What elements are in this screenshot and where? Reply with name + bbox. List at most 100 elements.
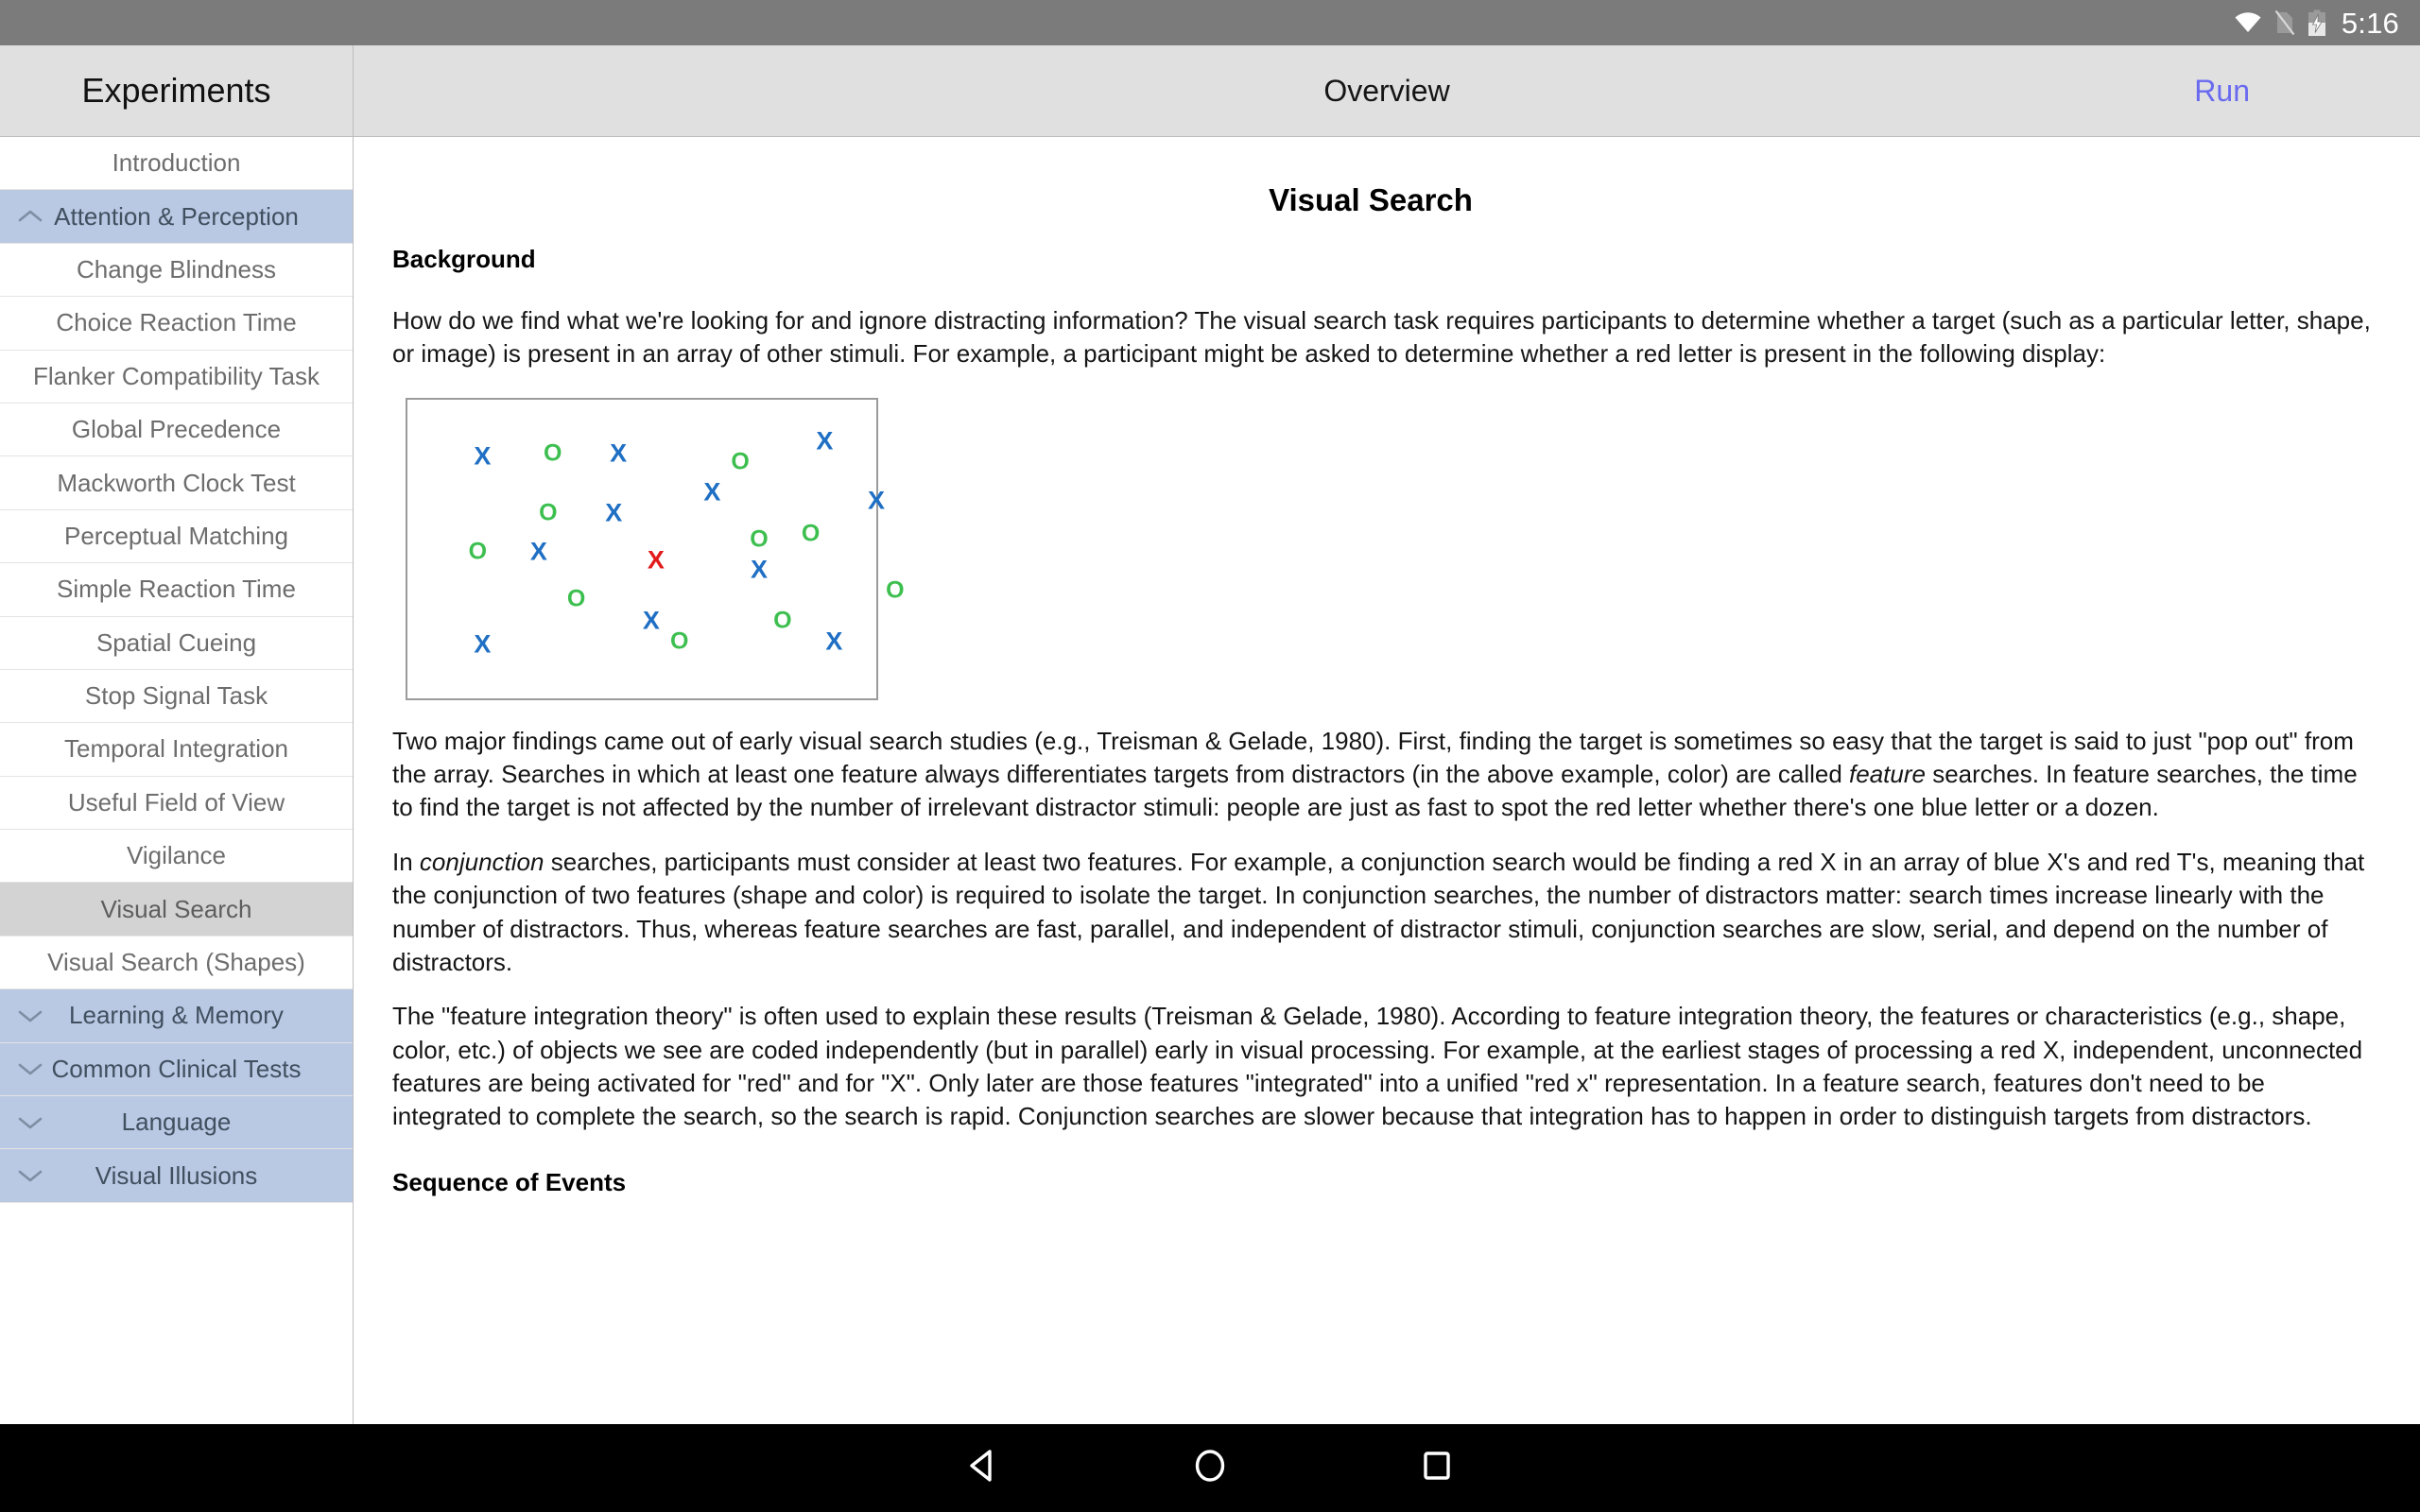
overview-content: Visual Search Background How do we find … bbox=[354, 137, 2420, 1424]
sidebar-item-stop-signal-task[interactable]: Stop Signal Task bbox=[0, 669, 353, 724]
android-status-bar: 5:16 bbox=[0, 0, 2420, 45]
sidebar-item-label: Mackworth Clock Test bbox=[57, 468, 296, 497]
sidebar-item-label: Attention & Perception bbox=[54, 201, 299, 231]
chevron-down-icon bbox=[16, 1161, 44, 1190]
paragraph-conjunction: In conjunction searches, participants mu… bbox=[392, 846, 2380, 979]
sidebar-item-simple-reaction-time[interactable]: Simple Reaction Time bbox=[0, 563, 353, 617]
emphasis-conjunction: conjunction bbox=[419, 847, 544, 876]
sidebar-item-label: Useful Field of View bbox=[67, 787, 285, 816]
sequence-of-events-heading: Sequence of Events bbox=[392, 1167, 627, 1196]
sidebar-item-choice-reaction-time[interactable]: Choice Reaction Time bbox=[0, 297, 353, 351]
sidebar-item-common-clinical-tests[interactable]: Common Clinical Tests bbox=[0, 1042, 353, 1097]
run-button[interactable]: Run bbox=[2194, 45, 2250, 136]
sidebar-item-language[interactable]: Language bbox=[0, 1096, 353, 1150]
chevron-down-icon bbox=[16, 1108, 44, 1137]
sidebar-item-label: Visual Illusions bbox=[95, 1160, 258, 1190]
experiments-sidebar[interactable]: Introduction Attention & Perception Change… bbox=[0, 137, 354, 1424]
stimulus-mark-blue-x: X bbox=[610, 438, 628, 468]
sidebar-item-spatial-cueing[interactable]: Spatial Cueing bbox=[0, 616, 353, 670]
wifi-icon bbox=[2234, 11, 2262, 34]
stimulus-mark-blue-x: X bbox=[529, 537, 547, 566]
sidebar-item-introduction[interactable]: Introduction bbox=[0, 137, 353, 191]
battery-charging-icon bbox=[2308, 9, 2326, 37]
stimulus-mark-green-o: O bbox=[773, 607, 792, 634]
sidebar-item-label: Perceptual Matching bbox=[63, 521, 289, 550]
stimulus-mark-blue-x: X bbox=[474, 629, 492, 659]
sidebar-item-label: Change Blindness bbox=[76, 254, 277, 284]
sidebar-item-label: Spatial Cueing bbox=[95, 627, 257, 657]
stimulus-mark-blue-x: X bbox=[642, 606, 660, 635]
sidebar-item-useful-field-of-view[interactable]: Useful Field of View bbox=[0, 776, 353, 831]
sidebar-title: Experiments bbox=[81, 71, 271, 110]
stimulus-mark-blue-x: X bbox=[605, 498, 623, 527]
paragraph-findings: Two major findings came out of early vis… bbox=[392, 725, 2380, 825]
sidebar-item-perceptual-matching[interactable]: Perceptual Matching bbox=[0, 509, 353, 564]
sidebar-item-label: Global Precedence bbox=[71, 415, 282, 444]
sidebar-item-label: Language bbox=[121, 1108, 232, 1137]
home-button[interactable] bbox=[1144, 1424, 1276, 1512]
back-button[interactable] bbox=[917, 1424, 1049, 1512]
stimulus-mark-green-o: O bbox=[539, 499, 558, 526]
paragraph-conjunction-part2: searches, participants must consider at … bbox=[392, 847, 2365, 976]
sidebar-item-mackworth-clock-test[interactable]: Mackworth Clock Test bbox=[0, 456, 353, 510]
page-title: Overview bbox=[1323, 73, 1450, 108]
stimulus-mark-green-o: O bbox=[544, 439, 562, 467]
stimulus-mark-red-x: X bbox=[647, 545, 665, 575]
sidebar-item-label: Temporal Integration bbox=[63, 734, 289, 764]
chevron-down-icon bbox=[16, 1055, 44, 1083]
sidebar-item-label: Visual Search (Shapes) bbox=[47, 948, 305, 977]
background-heading: Background bbox=[392, 245, 536, 273]
sidebar-item-label: Introduction bbox=[112, 148, 241, 178]
sidebar-item-change-blindness[interactable]: Change Blindness bbox=[0, 243, 353, 298]
sidebar-item-label: Simple Reaction Time bbox=[57, 575, 296, 604]
sidebar-item-global-precedence[interactable]: Global Precedence bbox=[0, 403, 353, 457]
square-recents-icon bbox=[1419, 1448, 1455, 1488]
sidebar-item-vigilance[interactable]: Vigilance bbox=[0, 830, 353, 884]
sidebar-item-visual-illusions[interactable]: Visual Illusions bbox=[0, 1149, 353, 1203]
stimulus-mark-blue-x: X bbox=[474, 441, 492, 471]
stimulus-example-wrapper: XOXXOXOXXOOOXXXOOXOXOX bbox=[406, 397, 2380, 700]
paragraph-fit: The "feature integration theory" is ofte… bbox=[392, 1002, 2363, 1131]
document-title: Visual Search bbox=[1269, 182, 1473, 217]
sidebar-item-label: Learning & Memory bbox=[69, 1001, 284, 1030]
emphasis-feature: feature bbox=[1849, 760, 1926, 789]
page-title-container: Overview bbox=[354, 45, 2420, 136]
visual-search-stimulus-display: XOXXOXOXXOOOXXXOOXOXOX bbox=[406, 397, 905, 700]
sidebar-item-label: Flanker Compatibility Task bbox=[33, 361, 320, 390]
stimulus-mark-blue-x: X bbox=[867, 486, 886, 515]
stimulus-mark-blue-x: X bbox=[750, 555, 769, 584]
circle-home-icon bbox=[1191, 1447, 1229, 1489]
recents-button[interactable] bbox=[1371, 1424, 1503, 1512]
stimulus-mark-green-o: O bbox=[566, 585, 586, 612]
stimulus-mark-blue-x: X bbox=[816, 426, 834, 455]
stimulus-mark-green-o: O bbox=[801, 520, 821, 547]
chevron-down-icon bbox=[16, 1002, 44, 1030]
stimulus-mark-blue-x: X bbox=[703, 477, 721, 507]
sidebar-item-label: Vigilance bbox=[126, 841, 227, 870]
stimulus-mark-green-o: O bbox=[886, 576, 905, 604]
sidebar-item-temporal-integration[interactable]: Temporal Integration bbox=[0, 723, 353, 777]
sidebar-item-label: Choice Reaction Time bbox=[56, 308, 297, 337]
sidebar-item-flanker-compatibility-task[interactable]: Flanker Compatibility Task bbox=[0, 350, 353, 404]
app-bar: Experiments Overview Run bbox=[0, 45, 2420, 137]
status-bar-clock: 5:16 bbox=[2341, 6, 2399, 40]
triangle-back-icon bbox=[965, 1447, 1001, 1489]
sidebar-header: Experiments bbox=[0, 45, 354, 136]
app-root: 5:16 Experiments Overview Run Introducti… bbox=[0, 0, 2420, 1512]
stimulus-mark-green-o: O bbox=[750, 525, 769, 553]
stimulus-mark-green-o: O bbox=[731, 448, 750, 475]
sidebar-item-label: Common Clinical Tests bbox=[51, 1054, 302, 1083]
sidebar-item-learning-memory[interactable]: Learning & Memory bbox=[0, 989, 353, 1043]
sidebar-item-label: Visual Search bbox=[100, 894, 252, 923]
sidebar-item-visual-search[interactable]: Visual Search bbox=[0, 883, 353, 936]
sidebar-item-visual-search-shapes[interactable]: Visual Search (Shapes) bbox=[0, 936, 353, 990]
chevron-up-icon bbox=[16, 202, 44, 231]
android-navigation-bar bbox=[0, 1424, 2420, 1512]
sidebar-item-label: Stop Signal Task bbox=[84, 681, 268, 711]
sidebar-item-attention-perception[interactable]: Attention & Perception bbox=[0, 190, 353, 244]
no-sim-icon bbox=[2274, 9, 2295, 36]
stimulus-mark-blue-x: X bbox=[825, 627, 843, 656]
paragraph-intro: How do we find what we're looking for an… bbox=[392, 306, 2371, 369]
stimulus-mark-green-o: O bbox=[669, 627, 689, 655]
paragraph-conjunction-part1: In bbox=[392, 847, 420, 876]
